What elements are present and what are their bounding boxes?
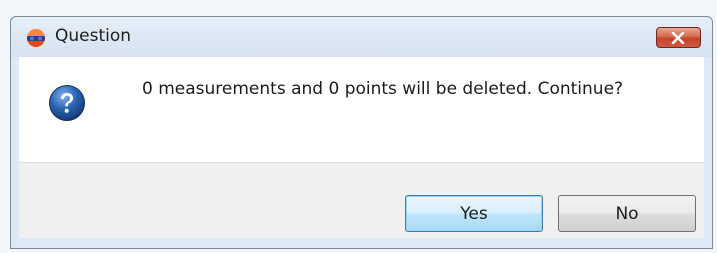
app-logo-icon [26, 28, 46, 48]
title-bar[interactable]: Question [11, 17, 712, 57]
question-icon [48, 84, 86, 122]
yes-button[interactable]: Yes [405, 195, 543, 232]
dialog-title: Question [55, 26, 132, 46]
close-button[interactable] [656, 27, 701, 48]
dialog-message: 0 measurements and 0 points will be dele… [142, 79, 624, 99]
question-dialog: Question 0 measurements and 0 points wil… [10, 16, 713, 249]
button-bar: Yes No [19, 162, 704, 238]
close-icon [671, 32, 685, 44]
dialog-content: 0 measurements and 0 points will be dele… [19, 57, 704, 162]
no-button[interactable]: No [558, 195, 696, 232]
